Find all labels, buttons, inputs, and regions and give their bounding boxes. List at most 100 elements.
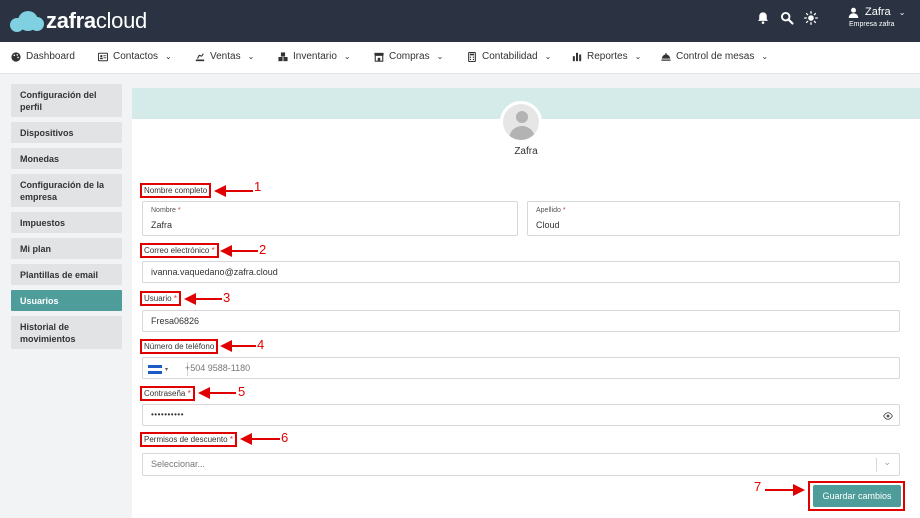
annotation-number-4: 4 <box>257 337 265 352</box>
password-field[interactable]: •••••••••• <box>142 404 900 426</box>
chevron-down-icon: ⌄ <box>247 52 255 61</box>
brand-name: zafracloud <box>46 8 147 33</box>
chevron-down-icon: ⌄ <box>634 52 642 61</box>
annotation-number-2: 2 <box>259 242 267 257</box>
sidebar-item-label: Mi plan <box>20 243 51 254</box>
nav-contactos-label: Contactos <box>113 51 159 62</box>
nav-reportes-label: Reportes <box>587 51 628 62</box>
last-name-value: Cloud <box>536 220 560 230</box>
annotation-number-6: 6 <box>281 430 289 445</box>
calculator-icon <box>468 51 476 62</box>
chevron-down-icon: ⌄ <box>165 52 172 61</box>
phone-field[interactable]: ▾ +504 9588-1180 <box>142 357 900 379</box>
nav-inventario-label: Inventario <box>293 51 337 62</box>
annotation-number-7: 7 <box>754 479 762 494</box>
discount-select-placeholder: Seleccionar... <box>151 459 206 469</box>
cloud-logo-icon <box>10 10 44 32</box>
top-header: zafracloud Zafra ⌄ Empresa zafra <box>0 0 920 42</box>
sidebar-item-usuarios[interactable]: Usuarios <box>11 290 122 311</box>
chevron-down-icon: ⌄ <box>436 52 444 61</box>
sun-icon[interactable] <box>804 11 818 25</box>
chevron-down-icon: ⌄ <box>544 52 552 61</box>
chevron-down-icon: ⌄ <box>898 7 906 17</box>
annotation-number-1: 1 <box>254 179 262 194</box>
sidebar-item-label: Configuración de la empresa <box>20 179 105 202</box>
sidebar-item-label: Monedas <box>20 153 60 164</box>
sidebar-item-configuracion-perfil[interactable]: Configuración del perfil <box>11 84 122 117</box>
sidebar-item-label: Plantillas de email <box>20 269 99 280</box>
email-field[interactable]: ivanna.vaquedano@zafra.cloud <box>142 261 900 283</box>
nav-ventas[interactable]: Ventas ⌄ <box>195 51 254 62</box>
discount-permissions-label: Permisos de descuento * <box>140 432 237 447</box>
sidebar-item-monedas[interactable]: Monedas <box>11 148 122 169</box>
username-label: Usuario * <box>140 291 181 306</box>
nav-ventas-label: Ventas <box>210 51 241 62</box>
first-name-field[interactable]: Nombre * Zafra <box>142 201 518 236</box>
full-name-label: Nombre completo <box>140 183 212 198</box>
sidebar-item-mi-plan[interactable]: Mi plan <box>11 238 122 259</box>
annotation-number-3: 3 <box>223 290 231 305</box>
country-code-selector[interactable]: ▾ <box>148 362 188 376</box>
settings-sidebar: Configuración del perfil Dispositivos Mo… <box>11 84 122 354</box>
contacts-card-icon <box>98 52 108 61</box>
sidebar-item-historial-movimientos[interactable]: Historial de movimientos <box>11 316 122 349</box>
nav-reportes[interactable]: Reportes ⌄ <box>572 51 641 62</box>
user-company: Empresa zafra <box>849 21 895 28</box>
store-icon <box>374 52 384 62</box>
main-navigation: Dashboard Contactos ⌄ Ventas ⌄ Inventario ⌄… <box>0 42 920 74</box>
sidebar-item-label: Historial de movimientos <box>20 321 76 344</box>
nav-dashboard[interactable]: Dashboard <box>11 51 75 62</box>
user-name: Zafra <box>865 6 891 18</box>
nav-contactos[interactable]: Contactos ⌄ <box>98 51 172 62</box>
bar-chart-icon <box>572 52 582 61</box>
phone-label: Número de teléfono <box>140 339 219 354</box>
honduras-flag-icon <box>148 364 162 374</box>
nav-contabilidad[interactable]: Contabilidad ⌄ <box>467 51 551 62</box>
chevron-down-icon: ▾ <box>165 366 169 373</box>
sidebar-item-dispositivos[interactable]: Dispositivos <box>11 122 122 143</box>
bell-icon[interactable] <box>756 11 770 25</box>
eye-icon[interactable] <box>883 411 893 421</box>
email-value: ivanna.vaquedano@zafra.cloud <box>151 267 278 277</box>
nav-contabilidad-label: Contabilidad <box>482 51 538 62</box>
first-name-label: Nombre <box>151 207 176 214</box>
last-name-field[interactable]: Apellido * Cloud <box>527 201 900 236</box>
sidebar-item-label: Impuestos <box>20 217 66 228</box>
sidebar-item-label: Usuarios <box>20 295 59 306</box>
sidebar-item-label: Configuración del perfil <box>20 89 97 112</box>
email-label: Correo electrónico * <box>140 243 219 258</box>
chevron-down-icon: ⌄ <box>761 52 769 61</box>
sidebar-item-label: Dispositivos <box>20 127 74 138</box>
user-icon <box>848 7 859 18</box>
discount-permissions-select[interactable]: Seleccionar... ⌄ <box>142 453 900 476</box>
chevron-down-icon: ⌄ <box>883 457 891 467</box>
annotation-number-5: 5 <box>238 384 246 399</box>
nav-compras[interactable]: Compras ⌄ <box>374 51 443 62</box>
zafracloud-logo[interactable]: zafracloud <box>10 8 147 34</box>
last-name-label: Apellido <box>536 207 561 214</box>
nav-control-de-mesas[interactable]: Control de mesas ⌄ <box>661 51 768 62</box>
nav-inventario[interactable]: Inventario ⌄ <box>278 51 351 62</box>
palette-icon <box>11 51 21 62</box>
nav-compras-label: Compras <box>389 51 430 62</box>
chevron-down-icon: ⌄ <box>343 52 351 61</box>
sidebar-item-configuracion-empresa[interactable]: Configuración de la empresa <box>11 174 122 207</box>
save-changes-button[interactable]: Guardar cambios <box>813 485 901 507</box>
sales-icon <box>195 52 205 61</box>
boxes-icon <box>278 51 288 61</box>
user-menu[interactable]: Zafra ⌄ Empresa zafra <box>848 6 905 28</box>
profile-name: Zafra <box>514 146 538 157</box>
sidebar-item-plantillas-email[interactable]: Plantillas de email <box>11 264 122 285</box>
username-value: Fresa06826 <box>151 316 200 326</box>
phone-placeholder: +504 9588-1180 <box>185 363 251 373</box>
table-service-icon <box>661 52 671 61</box>
first-name-value: Zafra <box>151 220 173 230</box>
avatar[interactable] <box>500 101 542 143</box>
nav-dashboard-label: Dashboard <box>26 51 75 62</box>
nav-control-de-mesas-label: Control de mesas <box>676 51 755 62</box>
search-icon[interactable] <box>780 11 794 25</box>
sidebar-item-impuestos[interactable]: Impuestos <box>11 212 122 233</box>
password-value: •••••••••• <box>151 410 185 419</box>
username-field[interactable]: Fresa06826 <box>142 310 900 332</box>
password-label: Contraseña * <box>140 386 195 401</box>
